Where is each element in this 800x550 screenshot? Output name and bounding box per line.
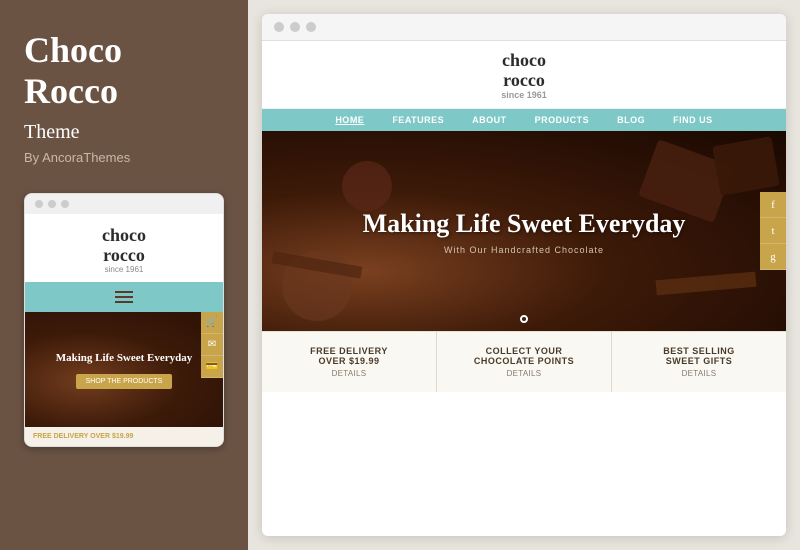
nav-home[interactable]: HOME (321, 109, 378, 131)
nav-about[interactable]: ABOUT (458, 109, 521, 131)
mobile-titlebar (25, 194, 223, 214)
mobile-side-icons: 🛒 ✉ 💳 (201, 312, 223, 378)
nav-features[interactable]: FEATURES (378, 109, 458, 131)
feature-delivery: FREE DELIVERYOVER $19.99 Details (262, 332, 437, 392)
sidebar: Choco Rocco Theme By AncoraThemes choco … (0, 0, 248, 550)
site-nav: HOME FEATURES ABOUT PRODUCTS BLOG FIND U… (262, 109, 786, 131)
mobile-since: since 1961 (25, 265, 223, 274)
theme-title: Choco Rocco (24, 30, 224, 113)
mobile-dot-3 (61, 200, 69, 208)
browser-dot-3 (306, 22, 316, 32)
mobile-nav (25, 282, 223, 312)
mobile-dot-1 (35, 200, 43, 208)
feature-gifts: BEST SELLINGSWEET GIFTS Details (612, 332, 786, 392)
feature-gifts-title: BEST SELLINGSWEET GIFTS (620, 346, 778, 366)
mobile-logo: choco rocco (25, 226, 223, 266)
mobile-preview: choco rocco since 1961 Making Life Sweet… (24, 193, 224, 448)
site-since: since 1961 (262, 91, 786, 101)
feature-gifts-detail[interactable]: Details (620, 369, 778, 378)
browser-dot-2 (290, 22, 300, 32)
hero-heading: Making Life Sweet Everyday (363, 208, 686, 239)
feature-points: COLLECT YOURCHOCOLATE POINTS Details (437, 332, 612, 392)
mobile-email-icon[interactable]: ✉ (201, 334, 223, 356)
browser-window: choco rocco since 1961 HOME FEATURES ABO… (262, 14, 786, 536)
browser-content: choco rocco since 1961 HOME FEATURES ABO… (262, 41, 786, 392)
feature-delivery-title: FREE DELIVERYOVER $19.99 (270, 346, 428, 366)
browser-titlebar (262, 14, 786, 41)
mobile-footer-strip: FREE DELIVERY OVER $19.99 (25, 427, 223, 446)
mobile-shop-button[interactable]: SHOP THE PRODUCTS (76, 374, 173, 389)
site-header: choco rocco since 1961 (262, 41, 786, 109)
feature-points-title: COLLECT YOURCHOCOLATE POINTS (445, 346, 603, 366)
nav-products[interactable]: PRODUCTS (521, 109, 604, 131)
nav-find-us[interactable]: FIND US (659, 109, 727, 131)
hero-slide-indicator[interactable] (520, 315, 528, 323)
nav-blog[interactable]: BLOG (603, 109, 659, 131)
features-row: FREE DELIVERYOVER $19.99 Details COLLECT… (262, 331, 786, 392)
social-twitter-button[interactable]: t (760, 218, 786, 244)
social-google-button[interactable]: g (760, 244, 786, 270)
theme-author: By AncoraThemes (24, 150, 224, 165)
site-hero: Making Life Sweet Everyday With Our Hand… (262, 131, 786, 331)
hamburger-icon[interactable] (115, 291, 133, 303)
mobile-hero: Making Life Sweet Everyday SHOP THE PROD… (25, 312, 223, 427)
mobile-dot-2 (48, 200, 56, 208)
browser-area: choco rocco since 1961 HOME FEATURES ABO… (248, 0, 800, 550)
side-buttons: f t g (760, 192, 786, 270)
mobile-logo-area: choco rocco since 1961 (25, 214, 223, 283)
mobile-card-icon[interactable]: 💳 (201, 356, 223, 378)
hero-text-area: Making Life Sweet Everyday With Our Hand… (363, 208, 686, 255)
site-logo: choco rocco since 1961 (262, 51, 786, 100)
browser-dot-1 (274, 22, 284, 32)
hero-subheading: With Our Handcrafted Chocolate (363, 245, 686, 255)
mobile-hero-text: Making Life Sweet Everyday (56, 351, 193, 365)
feature-points-detail[interactable]: Details (445, 369, 603, 378)
theme-subtitle: Theme (24, 121, 224, 144)
mobile-cart-icon[interactable]: 🛒 (201, 312, 223, 334)
social-facebook-button[interactable]: f (760, 192, 786, 218)
feature-delivery-detail[interactable]: Details (270, 369, 428, 378)
